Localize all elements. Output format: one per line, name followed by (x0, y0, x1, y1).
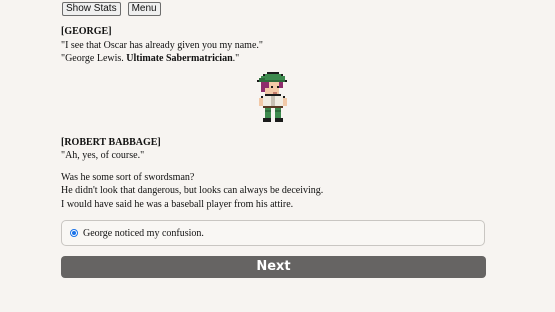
show-stats-button[interactable]: Show Stats (62, 2, 121, 16)
radio-selected-icon[interactable] (70, 229, 78, 237)
narration-line: Was he some sort of swordsman? (61, 172, 195, 183)
narration-line: He didn't look that dangerous, but looks… (61, 185, 324, 196)
dialogue-text: ." (232, 53, 240, 64)
speaker-robert-babbage: [ROBERT BABBAGE] (61, 137, 161, 148)
narration-line: I would have said he was a baseball play… (61, 199, 294, 210)
choice-option[interactable]: George noticed my confusion. (61, 220, 485, 246)
next-button[interactable]: Next (61, 256, 486, 278)
dialogue-line: "Ah, yes, of course." (61, 150, 145, 161)
dialogue-text: "George Lewis. (61, 53, 127, 64)
dialogue-line: "I see that Oscar has already given you … (61, 40, 263, 51)
speaker-george: [GEORGE] (61, 26, 112, 37)
game-screen: Show Stats Menu [GEORGE] "I see that Osc… (0, 0, 555, 312)
character-sprite-icon (257, 72, 287, 122)
menu-button[interactable]: Menu (127, 2, 161, 16)
top-toolbar: Show Stats Menu (62, 2, 161, 16)
dialogue-bold-title: Ultimate Sabermatrician (126, 53, 233, 64)
dialogue-line: "George Lewis. Ultimate Sabermatrician." (61, 52, 239, 65)
choice-label: George noticed my confusion. (83, 227, 204, 239)
